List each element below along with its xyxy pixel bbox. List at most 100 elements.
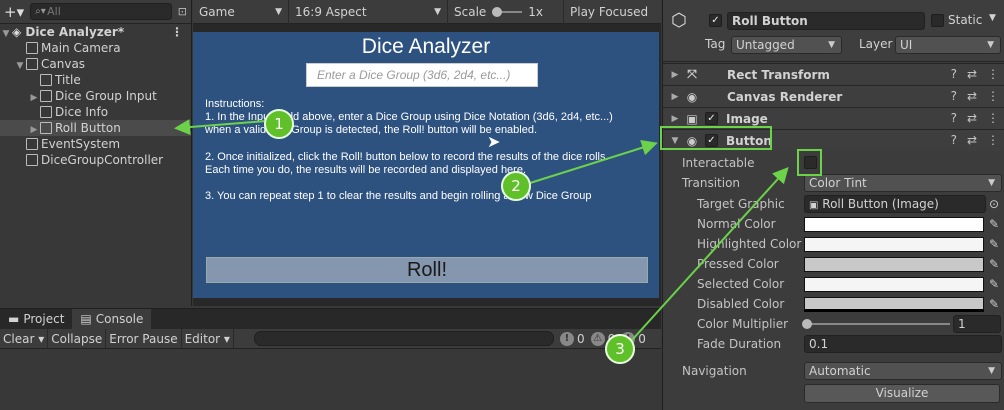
scale-slider[interactable]: Scale 1x <box>448 0 564 24</box>
preset-icon[interactable]: ⇄ <box>967 111 977 125</box>
lock-icon[interactable]: ⊡ <box>178 5 187 18</box>
help-icon[interactable]: ? <box>951 67 957 81</box>
console-icon: ▤ <box>80 312 92 326</box>
transition-dropdown[interactable]: Color Tint ▼ <box>804 174 1002 192</box>
hierarchy-item[interactable]: ▶ Roll Button <box>0 120 191 136</box>
foldout-icon[interactable]: ▶ <box>667 70 683 80</box>
selected-color-swatch[interactable] <box>804 277 984 292</box>
component-canvas-renderer[interactable]: ▶ ◉ Canvas Renderer ? ⇄ ⋮ <box>663 85 1004 107</box>
menu-icon[interactable]: ⋮ <box>171 24 183 40</box>
hierarchy-item[interactable]: EventSystem <box>0 136 191 152</box>
menu-icon[interactable]: ⋮ <box>987 111 999 125</box>
hierarchy-item[interactable]: ▼ Canvas <box>0 56 191 72</box>
gameobject-icon: ⬡ <box>671 10 687 31</box>
fade-duration-row: Fade Duration 0.1 <box>663 334 1004 354</box>
menu-icon[interactable]: ⋮ <box>987 133 999 147</box>
game-tab[interactable]: Game ▼ <box>193 0 289 24</box>
gameobject-icon <box>40 122 52 134</box>
hierarchy-item[interactable]: Title <box>0 72 191 88</box>
component-rect-transform[interactable]: ▶ ⤧ Rect Transform ? ⇄ ⋮ <box>663 63 1004 85</box>
hierarchy-item-label: Title <box>55 73 81 87</box>
hierarchy-item[interactable]: Dice Info <box>0 104 191 120</box>
help-icon[interactable]: ? <box>951 133 957 147</box>
gameobject-icon <box>26 138 38 150</box>
info-icon: ! <box>559 331 574 346</box>
static-label: Static <box>948 13 983 27</box>
menu-icon[interactable]: ⋮ <box>987 89 999 103</box>
foldout-icon[interactable]: ▶ <box>667 114 683 124</box>
gameobject-icon <box>26 42 38 54</box>
highlighted-color-row: Highlighted Color ✎ <box>663 234 1004 254</box>
eyedropper-icon[interactable]: ✎ <box>989 274 999 294</box>
pressed-color-swatch[interactable] <box>804 257 984 272</box>
editor-dropdown[interactable]: Editor ▾ <box>182 328 234 349</box>
menu-icon[interactable]: ⋮ <box>987 67 999 81</box>
color-multiplier-field[interactable]: 1 <box>953 315 1001 333</box>
log-count[interactable]: ! 0 <box>559 331 585 346</box>
search-icon: ⌕▾ <box>35 6 46 17</box>
disabled-color-row: Disabled Color ✎ <box>663 294 1004 314</box>
play-focused-dropdown[interactable]: Play Focused <box>564 0 654 24</box>
annotation-marker-3: 3 <box>605 334 635 364</box>
layer-label: Layer <box>859 37 893 51</box>
object-name-field[interactable]: Roll Button <box>727 12 925 30</box>
game-title: Dice Analyzer <box>361 35 491 58</box>
console-search-input[interactable] <box>253 331 554 346</box>
hierarchy-item[interactable]: ▶ Dice Group Input <box>0 88 191 104</box>
mouse-cursor-icon: ➤ <box>487 132 501 151</box>
gameobject-icon <box>40 74 52 86</box>
preset-icon[interactable]: ⇄ <box>967 133 977 147</box>
hierarchy-item[interactable]: DiceGroupController <box>0 152 191 168</box>
eyedropper-icon[interactable]: ✎ <box>989 214 999 234</box>
folder-icon: ▬ <box>8 312 20 326</box>
fade-duration-field[interactable]: 0.1 <box>804 335 1002 353</box>
tab-console[interactable]: ▤ Console <box>72 309 152 329</box>
collapse-button[interactable]: Collapse <box>48 328 107 349</box>
roll-button[interactable]: Roll! <box>206 257 648 283</box>
static-dropdown-icon[interactable]: ▼ <box>989 13 996 23</box>
hierarchy-item-label: DiceGroupController <box>41 153 164 167</box>
eyedropper-icon[interactable]: ✎ <box>989 234 999 254</box>
visualize-button[interactable]: Visualize <box>804 384 1000 403</box>
color-multiplier-slider[interactable] <box>802 319 950 329</box>
navigation-row: Navigation Automatic ▼ <box>663 361 1004 381</box>
gameobject-icon <box>26 58 38 70</box>
gameobject-icon <box>40 106 52 118</box>
normal-color-swatch[interactable] <box>804 217 984 232</box>
dice-group-input[interactable]: Enter a Dice Group (3d6, 2d4, etc...) <box>306 63 538 87</box>
help-icon[interactable]: ? <box>951 89 957 103</box>
preset-icon[interactable]: ⇄ <box>967 67 977 81</box>
navigation-dropdown[interactable]: Automatic ▼ <box>804 362 1002 380</box>
image-icon: ▣ <box>809 200 819 211</box>
active-checkbox[interactable]: ✓ <box>709 14 722 27</box>
inspector-panel: ⬡ ✓ Roll Button Static ▼ Tag Untagged ▼ L… <box>662 0 1004 410</box>
hierarchy-search-input[interactable]: ⌕▾ All <box>30 3 172 20</box>
eye-icon: ◉ <box>686 89 698 104</box>
add-icon[interactable]: +▾ <box>4 3 24 21</box>
object-picker-icon[interactable]: ⊙ <box>989 194 999 214</box>
clear-button[interactable]: Clear ▾ <box>0 328 49 349</box>
foldout-icon[interactable]: ▶ <box>667 92 683 102</box>
help-icon[interactable]: ? <box>951 111 957 125</box>
interactable-row: Interactable <box>663 153 1004 173</box>
tab-project[interactable]: ▬ Project <box>0 309 72 329</box>
eyedropper-icon[interactable]: ✎ <box>989 254 999 274</box>
error-pause-button[interactable]: Error Pause <box>106 328 182 349</box>
layer-dropdown[interactable]: UI ▼ <box>895 36 1001 54</box>
highlighted-color-swatch[interactable] <box>804 237 984 252</box>
scene-row[interactable]: ▼ ◈ Dice Analyzer* ⋮ <box>0 24 191 40</box>
transition-row: Transition Color Tint ▼ <box>663 173 1004 193</box>
aspect-dropdown[interactable]: 16:9 Aspect ▼ <box>289 0 448 24</box>
target-graphic-field[interactable]: ▣ Roll Button (Image) <box>804 195 986 213</box>
static-checkbox[interactable] <box>931 14 944 27</box>
hierarchy-item[interactable]: Main Camera <box>0 40 191 56</box>
image-enabled-checkbox[interactable]: ✓ <box>705 112 718 125</box>
disabled-color-swatch[interactable] <box>804 297 984 312</box>
hierarchy-item-label: Dice Group Input <box>55 89 157 103</box>
tag-dropdown[interactable]: Untagged ▼ <box>731 36 842 54</box>
eyedropper-icon[interactable]: ✎ <box>989 294 999 314</box>
hierarchy-item-label: EventSystem <box>41 137 121 151</box>
preset-icon[interactable]: ⇄ <box>967 89 977 103</box>
selected-color-row: Selected Color ✎ <box>663 274 1004 294</box>
tag-label: Tag <box>705 37 726 51</box>
